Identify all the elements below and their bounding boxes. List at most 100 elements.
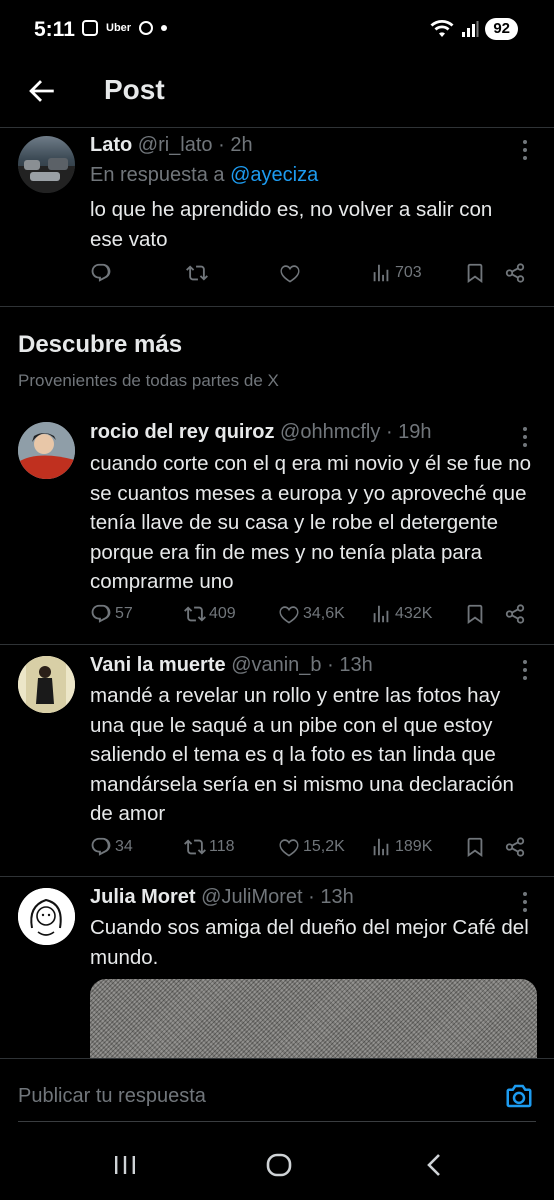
views-count: 189K (395, 838, 433, 855)
repost-button[interactable]: 409 (184, 603, 236, 625)
avatar-photo (18, 656, 75, 713)
status-time: 5:11 (34, 18, 75, 41)
repost-count: 118 (209, 838, 235, 855)
back-icon[interactable] (420, 1150, 450, 1180)
bookmark-button[interactable] (464, 603, 486, 625)
reply-input[interactable]: Publicar tu respuesta (18, 1085, 206, 1108)
views-icon (370, 262, 392, 284)
bookmark-icon (464, 262, 486, 284)
repost-icon (184, 603, 206, 625)
tweet-actions: 703 (90, 262, 530, 288)
author-handle[interactable]: @JuliMoret (201, 886, 302, 908)
author-name[interactable]: Julia Moret (90, 886, 196, 908)
tweet-header: rocio del rey quiroz @ohhmcfly · 19h (90, 421, 432, 444)
share-icon (504, 836, 526, 858)
reply-count: 34 (115, 838, 133, 855)
tweet-header: Julia Moret @JuliMoret · 13h (90, 886, 354, 909)
bookmark-button[interactable] (464, 836, 486, 858)
battery-indicator: 92 (485, 18, 518, 40)
page-title: Post (104, 74, 165, 105)
like-button[interactable]: 15,2K (278, 836, 345, 858)
avatar[interactable] (18, 136, 75, 193)
bookmark-button[interactable] (464, 262, 486, 284)
views-count: 703 (395, 264, 422, 281)
views-button[interactable]: 703 (370, 262, 422, 284)
status-notification-icons: Uber (82, 20, 168, 36)
tweet-header: Lato @ri_lato · 2h (90, 134, 253, 157)
camera-icon[interactable] (504, 1081, 534, 1111)
signal-icon (462, 21, 479, 37)
repost-icon (184, 836, 206, 858)
tweet-time: · 19h (385, 421, 432, 443)
like-icon (279, 262, 301, 284)
share-button[interactable] (504, 603, 526, 625)
author-handle[interactable]: @vanin_b (231, 654, 321, 676)
divider (0, 306, 554, 307)
uber-notification-label: Uber (106, 22, 132, 34)
avatar[interactable] (18, 656, 75, 713)
top-header: Post (0, 60, 554, 128)
home-icon[interactable] (264, 1150, 294, 1180)
repost-icon (186, 262, 208, 284)
tweet-text: Cuando sos amiga del dueño del mejor Caf… (90, 916, 529, 969)
reply-icon (90, 603, 112, 625)
reply-button[interactable] (90, 262, 112, 284)
status-bar: 5:11 Uber 92 (0, 0, 554, 60)
author-handle[interactable]: @ri_lato (138, 134, 213, 156)
avatar-illustration (18, 888, 75, 945)
tweet-header: Vani la muerte @vanin_b · 13h (90, 654, 373, 677)
like-button[interactable] (279, 262, 301, 284)
reply-to-link[interactable]: @ayeciza (230, 164, 318, 186)
tweet-text: lo que he aprendido es, no volver a sali… (90, 198, 493, 251)
more-notifications-icon (161, 25, 168, 31)
back-arrow-icon[interactable] (24, 74, 58, 108)
avatar[interactable] (18, 422, 75, 479)
share-icon (504, 603, 526, 625)
reply-button[interactable]: 57 (90, 603, 133, 625)
like-count: 15,2K (303, 838, 345, 855)
like-button[interactable]: 34,6K (278, 603, 345, 625)
more-icon[interactable] (522, 427, 528, 451)
tweet-text: cuando corte con el q era mi novio y él … (90, 452, 532, 593)
reply-prefix: En respuesta a (90, 164, 225, 186)
system-nav-bar (0, 1124, 554, 1200)
avatar[interactable] (18, 888, 75, 945)
author-name[interactable]: Lato (90, 134, 132, 156)
reply-icon (90, 262, 112, 284)
views-icon (370, 836, 392, 858)
like-icon (278, 836, 300, 858)
like-count: 34,6K (303, 605, 345, 622)
like-icon (278, 603, 300, 625)
views-icon (370, 603, 392, 625)
reply-underline (18, 1121, 536, 1122)
views-button[interactable]: 189K (370, 836, 432, 858)
wifi-icon (430, 20, 454, 37)
more-icon[interactable] (522, 140, 528, 164)
tweet-actions: 34 118 15,2K 189K (90, 836, 530, 862)
avatar-photo (18, 158, 75, 193)
reply-icon (90, 836, 112, 858)
share-icon (504, 262, 526, 284)
tweet-time: · 13h (308, 886, 354, 908)
recents-icon[interactable] (110, 1150, 140, 1180)
avatar-photo (18, 422, 75, 479)
reply-button[interactable]: 34 (90, 836, 133, 858)
discover-subtitle: Provenientes de todas partes de X (18, 371, 279, 390)
author-name[interactable]: Vani la muerte (90, 654, 226, 676)
repost-button[interactable]: 118 (184, 836, 235, 858)
discover-tweet-rocio[interactable]: rocio del rey quiroz @ohhmcfly · 19h cua… (0, 412, 554, 644)
ring-notification-icon (139, 21, 154, 35)
discover-title: Descubre más (18, 331, 183, 358)
share-button[interactable] (504, 836, 526, 858)
reply-tweet[interactable]: Lato @ri_lato · 2h En respuesta a @ayeci… (0, 128, 554, 306)
repost-button[interactable] (186, 262, 208, 284)
tweet-time: · 2h (218, 134, 253, 156)
views-button[interactable]: 432K (370, 603, 432, 625)
discover-tweet-vani[interactable]: Vani la muerte @vanin_b · 13h mandé a re… (0, 644, 554, 876)
reply-count: 57 (115, 605, 133, 622)
author-handle[interactable]: @ohhmcfly (280, 421, 380, 443)
author-name[interactable]: rocio del rey quiroz (90, 421, 274, 443)
tweet-media-image[interactable] (90, 979, 537, 1069)
app-notification-icon (82, 20, 98, 36)
share-button[interactable] (504, 262, 526, 284)
